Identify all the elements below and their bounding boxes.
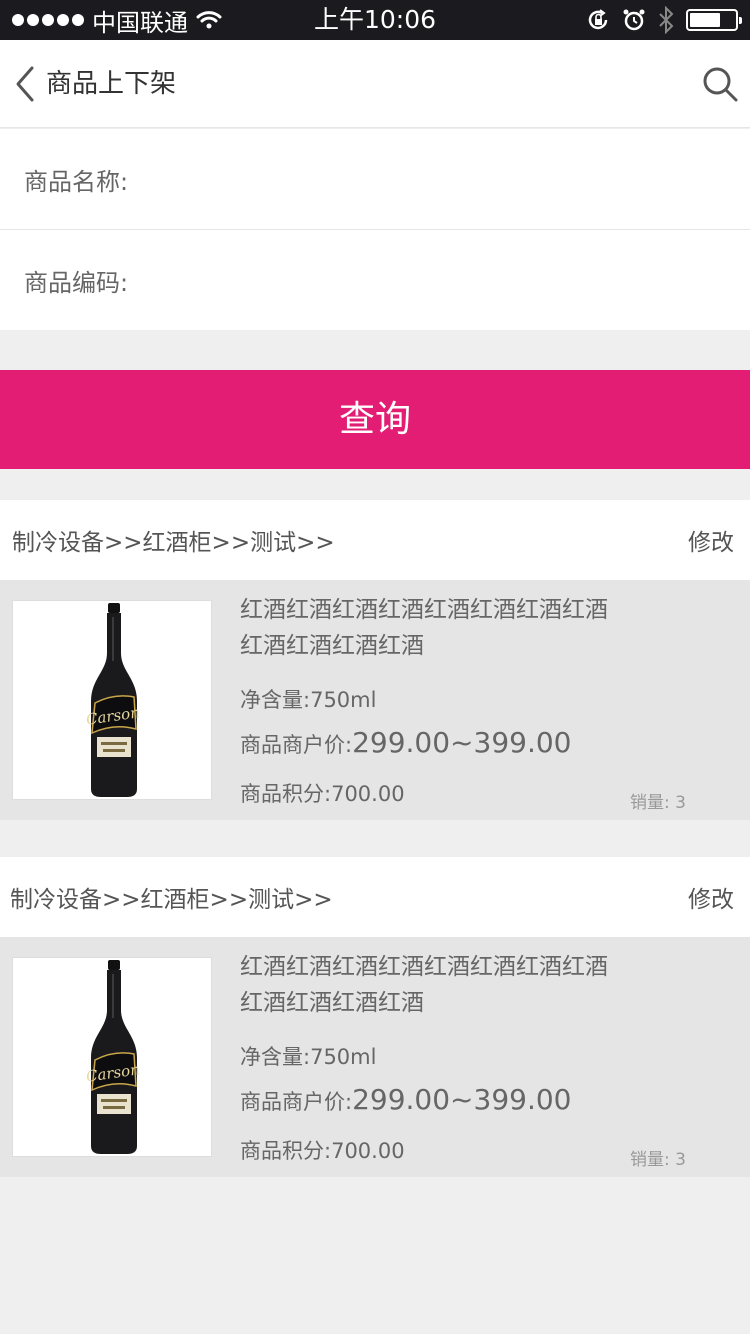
points-line: 商品积分:700.00 [240,1135,405,1165]
search-icon[interactable] [700,64,740,104]
price-label: 商品商户价: [240,1090,353,1114]
points-line: 商品积分:700.00 [240,778,405,808]
price-label: 商品商户价: [240,733,353,757]
product-name: 红酒红酒红酒红酒红酒红酒红酒红酒红酒红酒红酒红酒 [240,597,608,659]
points-label: 商品积分: [240,1139,332,1163]
net-content-line: 净含量:750ml [240,1041,376,1071]
net-content-label: 净含量: [240,688,311,712]
net-content-label: 净含量: [240,1045,311,1069]
product-name-input[interactable] [132,149,750,209]
page-title: 商品上下架 [46,69,177,99]
product-image: Carson [12,600,212,800]
status-right [586,0,742,40]
card-header: 制冷设备>>红酒柜>>测试>> 修改 [0,857,750,937]
product-code-row: 商品编码: [0,230,750,330]
nav-bar: 商品上下架 [0,40,750,128]
category-path: 制冷设备>>红酒柜>>测试>> [10,887,333,913]
product-card: 制冷设备>>红酒柜>>测试>> 修改 Carson 红酒红酒红酒红酒红酒红酒红酒… [0,500,750,820]
product-code-input[interactable] [132,250,750,310]
rotation-lock-icon [588,9,608,30]
alarm-icon [623,9,645,31]
wine-bottle-icon: Carson [85,603,141,797]
edit-button[interactable]: 修改 [688,880,734,914]
product-name: 红酒红酒红酒红酒红酒红酒红酒红酒红酒红酒红酒红酒 [240,954,608,1016]
sales-count: 销量: 3 [630,793,686,813]
status-bar: 中国联通 上午10:06 [0,0,750,40]
price-line: 商品商户价:299.00~399.00 [240,1083,571,1116]
points-value: 700.00 [331,1139,405,1163]
product-body[interactable]: Carson 红酒红酒红酒红酒红酒红酒红酒红酒红酒红酒红酒红酒 净含量:750m… [0,937,750,1177]
product-image: Carson [12,957,212,1157]
battery-icon [686,9,742,31]
sales-count: 销量: 3 [630,1150,686,1170]
bluetooth-icon [659,6,674,34]
price-value: 299.00~399.00 [352,1083,572,1116]
wine-bottle-icon: Carson [85,960,141,1154]
net-content-value: 750ml [310,688,377,712]
net-content-line: 净含量:750ml [240,684,376,714]
category-path: 制冷设备>>红酒柜>>测试>> [12,530,335,556]
product-code-label: 商品编码: [24,268,129,297]
query-button[interactable]: 查询 [0,370,750,469]
net-content-value: 750ml [310,1045,377,1069]
card-header: 制冷设备>>红酒柜>>测试>> 修改 [0,500,750,580]
product-body[interactable]: Carson 红酒红酒红酒红酒红酒红酒红酒红酒红酒红酒红酒红酒 净含量:750m… [0,580,750,820]
price-line: 商品商户价:299.00~399.00 [240,726,571,759]
product-name-row: 商品名称: [0,129,750,230]
product-name-label: 商品名称: [24,167,129,196]
points-value: 700.00 [331,782,405,806]
product-card: 制冷设备>>红酒柜>>测试>> 修改 Carson 红酒红酒红酒红酒红酒红酒红酒… [0,857,750,1177]
points-label: 商品积分: [240,782,332,806]
price-value: 299.00~399.00 [352,726,572,759]
search-form: 商品名称: 商品编码: [0,129,750,330]
edit-button[interactable]: 修改 [688,523,734,557]
chevron-left-icon[interactable] [12,64,42,104]
